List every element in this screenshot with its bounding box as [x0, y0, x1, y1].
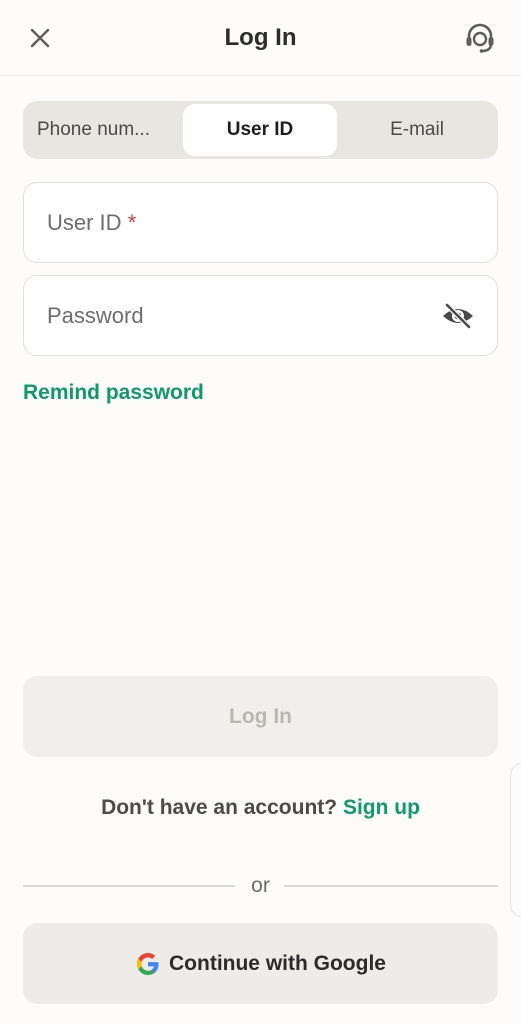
eye-off-icon [443, 302, 473, 330]
signup-row: Don't have an account? Sign up [0, 796, 521, 820]
signup-link[interactable]: Sign up [343, 796, 420, 819]
google-button-label: Continue with Google [169, 951, 386, 975]
continue-with-google-button[interactable]: Continue with Google [23, 923, 498, 1004]
user-id-label: User ID * [47, 210, 136, 236]
remind-password-link[interactable]: Remind password [23, 381, 204, 405]
headset-icon [466, 23, 494, 53]
user-id-field[interactable]: User ID * [23, 182, 498, 263]
support-button[interactable] [461, 19, 499, 57]
header-bar: Log In [0, 0, 521, 76]
edge-panel-handle[interactable] [510, 762, 521, 918]
login-screen: Log In Phone num... User ID E-mail User … [0, 0, 521, 1024]
signup-prompt: Don't have an account? [101, 796, 338, 819]
tab-phone-number[interactable]: Phone num... [37, 104, 187, 156]
google-icon [135, 951, 161, 977]
tab-email[interactable]: E-mail [341, 104, 493, 156]
password-label: Password [47, 303, 144, 328]
user-id-label-text: User ID [47, 210, 122, 235]
login-button[interactable]: Log In [23, 676, 498, 757]
password-field[interactable]: Password [23, 275, 498, 356]
required-mark: * [127, 210, 137, 235]
toggle-password-visibility-button[interactable] [440, 300, 476, 332]
page-title: Log In [224, 24, 297, 51]
or-divider: or [23, 872, 498, 900]
login-method-tabs: Phone num... User ID E-mail [23, 101, 498, 159]
tab-user-id[interactable]: User ID [183, 104, 337, 156]
divider-line-right [284, 885, 498, 887]
